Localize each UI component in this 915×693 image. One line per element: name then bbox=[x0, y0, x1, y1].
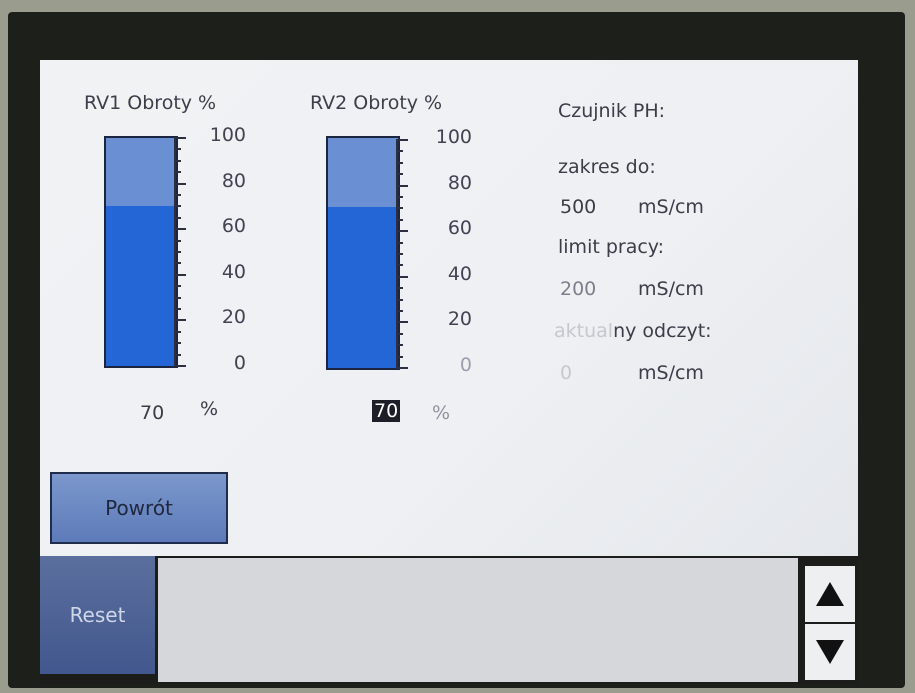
tick-label: 20 bbox=[221, 306, 246, 329]
tick-label: 80 bbox=[221, 169, 246, 192]
range-unit: mS/cm bbox=[638, 196, 704, 218]
minor-tick bbox=[174, 171, 181, 174]
limit-value: 200 bbox=[560, 278, 597, 300]
major-tick bbox=[174, 319, 186, 322]
tick-label: 40 bbox=[447, 262, 472, 285]
minor-tick bbox=[396, 218, 403, 221]
minor-tick bbox=[396, 241, 403, 244]
current-label-faded: aktual bbox=[554, 320, 614, 342]
tick-label: 0 bbox=[459, 354, 472, 376]
scroll-up-button[interactable] bbox=[805, 566, 855, 622]
range-label: zakres do: bbox=[558, 156, 656, 178]
gauge-rv1-unit: % bbox=[200, 398, 219, 420]
minor-tick bbox=[174, 239, 181, 242]
tick-label: 60 bbox=[447, 217, 472, 240]
minor-tick bbox=[396, 344, 403, 347]
gauge-rv2-fill bbox=[328, 207, 398, 368]
tick-label: 40 bbox=[221, 260, 246, 283]
back-button[interactable]: Powrót bbox=[50, 472, 228, 544]
minor-tick bbox=[174, 296, 181, 299]
major-tick bbox=[396, 139, 408, 141]
range-value: 500 bbox=[560, 196, 597, 218]
scroll-down-button[interactable] bbox=[805, 624, 855, 680]
major-tick bbox=[174, 228, 186, 231]
gauge-rv2-unit: % bbox=[432, 402, 451, 424]
major-tick bbox=[396, 321, 408, 324]
gauge-rv1-title: RV1 Obroty % bbox=[84, 92, 217, 114]
minor-tick bbox=[174, 285, 181, 288]
minor-tick bbox=[396, 196, 403, 198]
gauge-rv2-title: RV2 Obroty % bbox=[310, 92, 443, 114]
major-tick bbox=[174, 137, 186, 139]
limit-unit: mS/cm bbox=[638, 278, 704, 300]
minor-tick bbox=[174, 251, 181, 253]
minor-tick bbox=[396, 161, 403, 164]
limit-label: limit pracy: bbox=[558, 236, 665, 258]
minor-tick bbox=[174, 308, 181, 310]
tick-label: 0 bbox=[233, 352, 246, 374]
minor-tick bbox=[396, 298, 403, 301]
minor-tick bbox=[174, 194, 181, 196]
minor-tick bbox=[174, 216, 181, 219]
major-tick bbox=[396, 230, 408, 233]
minor-tick bbox=[174, 342, 181, 345]
minor-tick bbox=[174, 148, 181, 151]
minor-tick bbox=[396, 310, 403, 312]
minor-tick bbox=[396, 173, 403, 176]
sensor-title: Czujnik PH: bbox=[558, 100, 666, 122]
minor-tick bbox=[174, 330, 181, 333]
gauge-rv1-fill bbox=[106, 206, 176, 366]
gauge-rv2-value[interactable]: 70 bbox=[372, 400, 401, 422]
current-label-rest: ny odczyt: bbox=[613, 320, 712, 342]
minor-tick bbox=[396, 253, 403, 255]
minor-tick bbox=[396, 150, 403, 153]
major-tick bbox=[174, 365, 186, 367]
gauge-rv2-bar bbox=[326, 136, 400, 370]
current-label: aktualny odczyt: bbox=[554, 320, 712, 342]
major-tick bbox=[174, 182, 186, 185]
minor-tick bbox=[174, 159, 181, 162]
major-tick bbox=[174, 273, 186, 276]
tick-label: 80 bbox=[447, 171, 472, 194]
minor-tick bbox=[174, 205, 181, 208]
minor-tick bbox=[396, 355, 403, 358]
tick-label: 20 bbox=[447, 308, 472, 331]
major-tick bbox=[396, 275, 408, 278]
tick-label: 100 bbox=[435, 126, 472, 148]
minor-tick bbox=[396, 287, 403, 290]
minor-tick bbox=[174, 262, 181, 265]
tick-label: 100 bbox=[209, 124, 246, 146]
current-value: 0 bbox=[560, 362, 573, 384]
gauge-rv1-bar bbox=[104, 136, 178, 368]
message-area bbox=[158, 558, 798, 682]
minor-tick bbox=[396, 207, 403, 210]
major-tick bbox=[396, 367, 408, 369]
gauge-rv1-value: 70 bbox=[140, 402, 165, 424]
triangle-down-icon bbox=[816, 640, 844, 664]
hmi-screen: RV1 Obroty % 100 80 60 40 20 0 70 % RV2 Obrot… bbox=[40, 60, 858, 556]
major-tick bbox=[396, 184, 408, 187]
current-unit: mS/cm bbox=[638, 362, 704, 384]
minor-tick bbox=[396, 332, 403, 335]
minor-tick bbox=[174, 353, 181, 356]
tick-label: 60 bbox=[221, 215, 246, 238]
minor-tick bbox=[396, 264, 403, 267]
reset-button[interactable]: Reset bbox=[40, 556, 155, 674]
triangle-up-icon bbox=[816, 582, 844, 606]
